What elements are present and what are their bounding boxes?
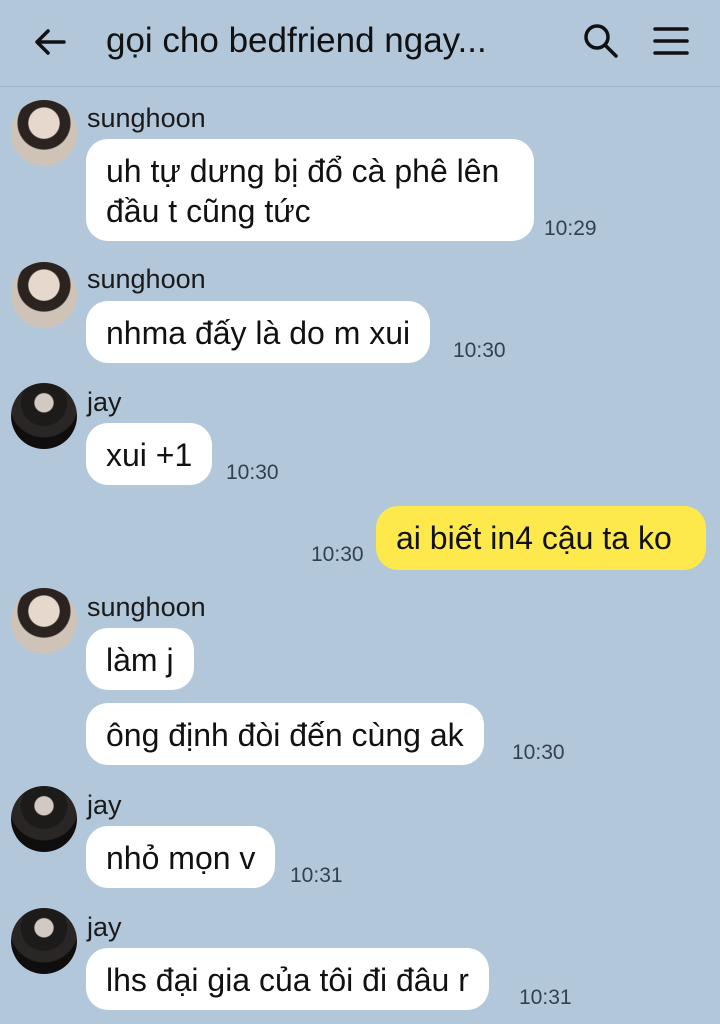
- avatar-sunghoon[interactable]: [11, 262, 77, 328]
- message-bubble[interactable]: ông định đòi đến cùng ak: [86, 703, 484, 765]
- avatar-sunghoon[interactable]: [11, 588, 77, 654]
- sender-name: jay: [87, 790, 122, 820]
- message-bubble[interactable]: nhỏ mọn v: [86, 826, 276, 888]
- sender-name: sunghoon: [87, 264, 206, 294]
- avatar-jay[interactable]: [11, 383, 77, 449]
- sender-name: jay: [87, 912, 122, 942]
- search-icon[interactable]: [580, 20, 622, 62]
- sender-name: jay: [87, 387, 122, 417]
- message-time: 10:30: [453, 339, 506, 362]
- message-bubble[interactable]: nhma đấy là do m xui: [86, 301, 431, 363]
- avatar-jay[interactable]: [11, 908, 77, 974]
- avatar-jay[interactable]: [11, 786, 77, 852]
- message-bubble[interactable]: uh tự dưng bị đổ cà phê lên đầu t cũng t…: [86, 139, 534, 241]
- chat-header: gọi cho bedfriend ngay...: [0, 0, 720, 87]
- my-message-bubble[interactable]: ai biết in4 cậu ta ko: [376, 506, 706, 570]
- sender-name: sunghoon: [87, 103, 206, 133]
- avatar-sunghoon[interactable]: [11, 100, 77, 166]
- message-time: 10:30: [512, 741, 565, 764]
- message-bubble[interactable]: lhs đại gia của tôi đi đâu r: [86, 948, 489, 1010]
- message-text-line: uh tự dưng bị đổ cà phê lên: [106, 153, 500, 189]
- message-bubble[interactable]: làm j: [86, 628, 194, 690]
- message-time: 10:30: [226, 461, 279, 484]
- message-time: 10:31: [290, 864, 343, 887]
- sender-name: sunghoon: [87, 592, 206, 622]
- menu-icon[interactable]: [648, 20, 694, 62]
- message-time: 10:31: [519, 986, 572, 1009]
- message-time: 10:30: [311, 543, 364, 566]
- message-text-line: đầu t cũng tức: [106, 193, 311, 229]
- back-arrow-icon[interactable]: [30, 22, 70, 62]
- message-time: 10:29: [544, 217, 597, 240]
- chat-title: gọi cho bedfriend ngay...: [106, 21, 487, 60]
- message-bubble[interactable]: xui +1: [86, 423, 213, 485]
